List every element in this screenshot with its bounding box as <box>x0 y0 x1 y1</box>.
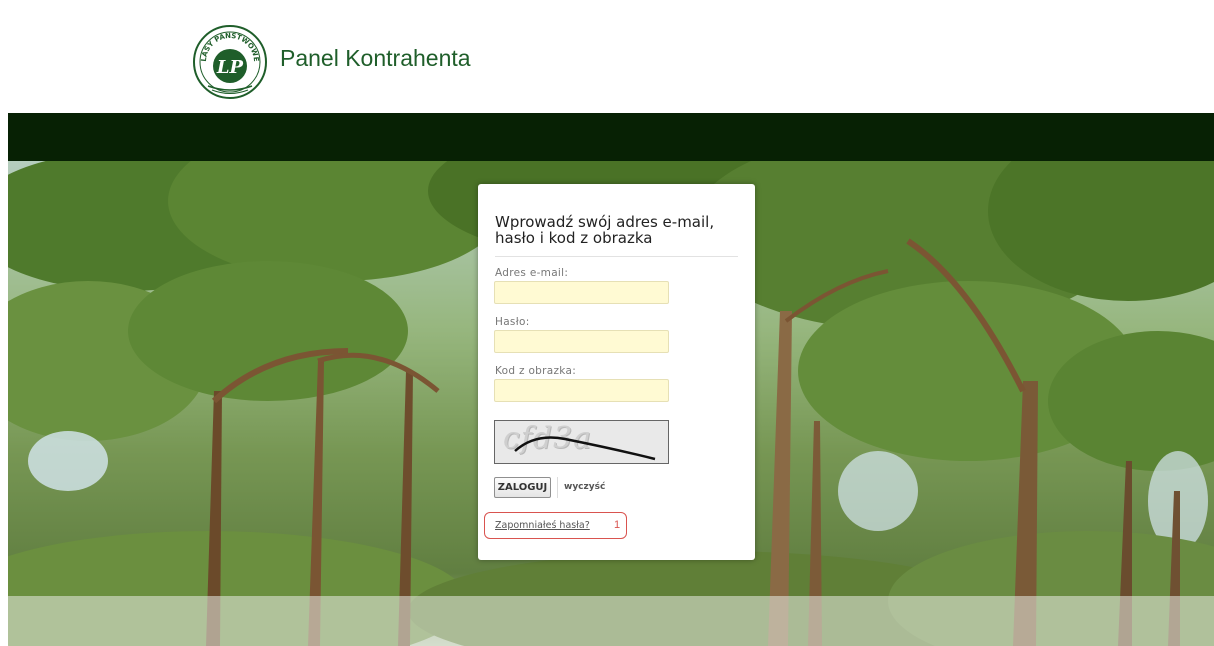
login-panel: Wprowadź swój adres e-mail, hasło i kod … <box>478 184 755 560</box>
button-separator <box>557 477 558 498</box>
captcha-image: cfd3a <box>494 420 669 464</box>
password-label: Hasło: <box>495 316 530 328</box>
clear-link[interactable]: wyczyść <box>564 482 605 492</box>
site-header: LASY PAŃSTWOWE LP Panel Kontrahenta <box>8 12 1214 113</box>
password-input[interactable] <box>494 330 669 353</box>
lasy-panstwowe-logo-icon[interactable]: LASY PAŃSTWOWE LP <box>192 24 268 100</box>
svg-text:LP: LP <box>216 57 244 78</box>
browser-page: LASY PAŃSTWOWE LP Panel Kontrahenta Wpro… <box>8 12 1214 646</box>
email-label: Adres e-mail: <box>495 267 569 279</box>
forgot-password-link[interactable]: Zapomniałeś hasła? <box>495 520 590 531</box>
captcha-input[interactable] <box>494 379 669 402</box>
annotation-number: 1 <box>614 519 621 531</box>
captcha-noise-line <box>514 436 656 461</box>
captcha-label: Kod z obrazka: <box>495 365 577 377</box>
login-heading: Wprowadź swój adres e-mail, hasło i kod … <box>495 213 715 247</box>
top-navbar <box>8 113 1214 161</box>
login-button[interactable]: ZALOGUJ <box>494 477 551 498</box>
divider <box>495 256 738 257</box>
email-input[interactable] <box>494 281 669 304</box>
app-title: Panel Kontrahenta <box>280 45 471 71</box>
